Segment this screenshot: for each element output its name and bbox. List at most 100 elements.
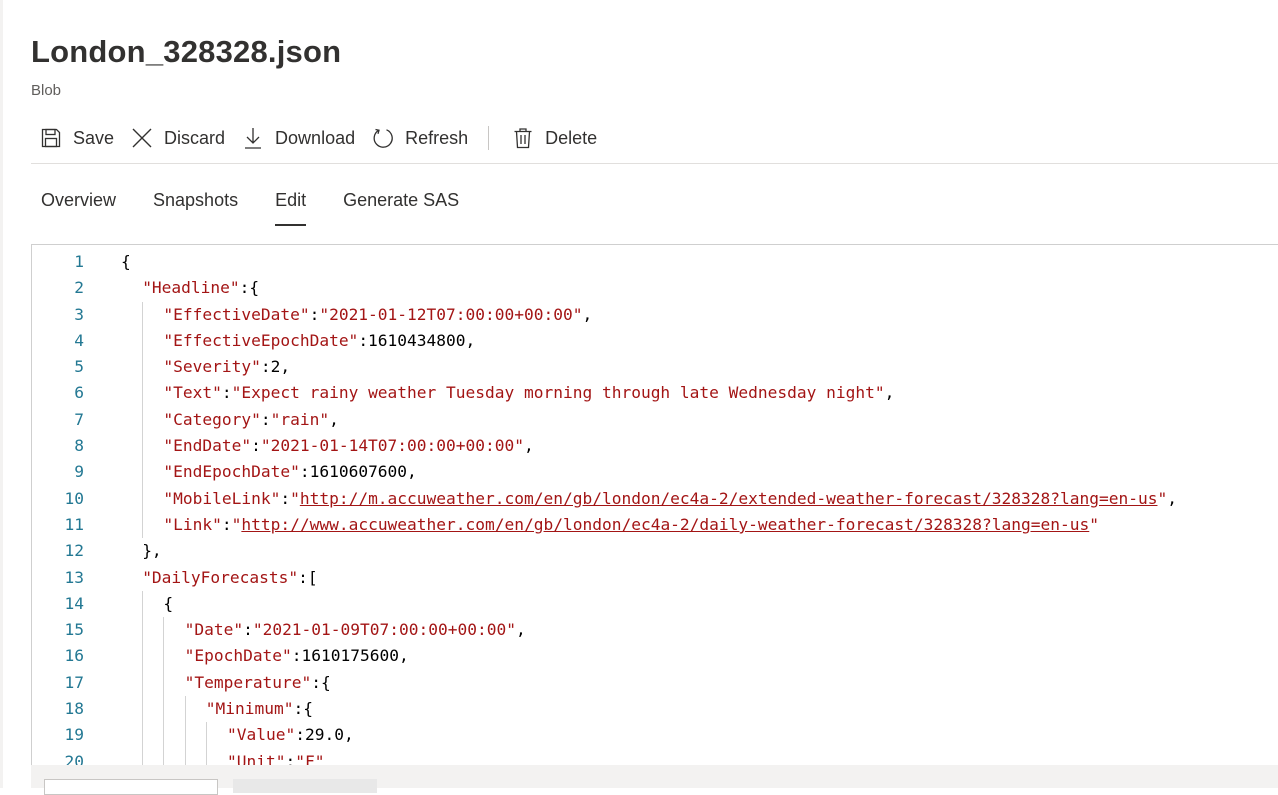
code-string: "2021-01-14T07:00:00+00:00" <box>260 436 524 456</box>
code-line: 9 "EndEpochDate":1610607600, <box>32 459 1278 486</box>
code-line: 7 "Category":"rain", <box>32 406 1278 434</box>
code-text: "MobileLink":"http://m.accuweather.com/e… <box>163 486 1177 512</box>
line-number: 1 <box>74 252 84 271</box>
indent-guide <box>184 748 186 766</box>
tab-edit[interactable]: Edit <box>275 190 307 228</box>
code-string: " <box>1157 488 1168 508</box>
indent-guide <box>184 696 186 723</box>
code-line: 16 "EpochDate":1610175600, <box>32 643 1278 670</box>
toolbar-separator <box>488 126 490 150</box>
code-text: "Link":"http://www.accuweather.com/en/gb… <box>163 512 1099 538</box>
code-punctuation: :1610175600, <box>291 646 409 666</box>
code-line: 15 "Date":"2021-01-09T07:00:00+00:00", <box>32 617 1278 644</box>
download-button[interactable]: Download <box>233 118 363 158</box>
code-string: "EffectiveEpochDate" <box>163 330 359 350</box>
code-punctuation: :1610607600, <box>299 462 417 482</box>
indent-guide <box>163 643 165 670</box>
tab-overview[interactable]: Overview <box>41 190 116 228</box>
code-punctuation: : <box>251 436 261 456</box>
line-number: 13 <box>64 567 85 587</box>
discard-button[interactable]: Discard <box>122 118 233 158</box>
indent-guide <box>142 380 144 407</box>
indent-guide <box>142 459 144 486</box>
code-text: "Headline":{ <box>142 275 259 301</box>
code-line: 1{ <box>32 249 1278 275</box>
indent-guide <box>142 433 144 460</box>
code-editor[interactable]: 1{2 "Headline":{3 "EffectiveDate":"2021-01… <box>31 244 1278 766</box>
bottom-bar-control[interactable] <box>44 779 218 795</box>
code-punctuation: : <box>221 514 232 534</box>
indent-guide <box>163 617 165 644</box>
line-number: 16 <box>64 646 85 666</box>
line-number: 11 <box>64 514 85 534</box>
code-link[interactable]: http://m.accuweather.com/en/gb/london/ec… <box>300 489 1158 508</box>
bottom-bar <box>31 765 1278 795</box>
indent-guide <box>142 669 144 697</box>
tab-generate-sas[interactable]: Generate SAS <box>343 190 459 228</box>
code-string: "DailyForecasts" <box>142 567 299 587</box>
code-line: 18 "Minimum":{ <box>32 696 1278 723</box>
code-text: "EndEpochDate":1610607600, <box>163 459 416 485</box>
code-punctuation: , <box>524 436 534 456</box>
line-number: 20 <box>64 751 85 766</box>
code-string: "2021-01-09T07:00:00+00:00" <box>252 620 516 640</box>
line-number: 10 <box>64 488 85 508</box>
code-string: "MobileLink" <box>163 488 281 508</box>
indent-guide <box>142 590 144 618</box>
code-string: "F" <box>295 751 325 766</box>
tab-snapshots[interactable]: Snapshots <box>153 190 238 228</box>
indent-guide <box>142 301 144 328</box>
code-string: "Unit" <box>227 751 286 766</box>
download-icon <box>245 128 262 149</box>
code-string: "rain" <box>270 409 330 429</box>
code-string: "Category" <box>163 409 261 429</box>
code-punctuation: :[ <box>298 567 318 587</box>
code-punctuation: , <box>582 304 593 324</box>
code-punctuation: , <box>515 620 526 640</box>
bottom-bar-control-secondary[interactable] <box>233 779 377 793</box>
code-link[interactable]: http://www.accuweather.com/en/gb/london/… <box>241 515 1089 534</box>
code-text: "Date":"2021-01-09T07:00:00+00:00", <box>185 617 526 643</box>
code-text: "EpochDate":1610175600, <box>185 643 409 669</box>
code-text: "Minimum":{ <box>206 696 313 722</box>
code-punctuation: :{ <box>239 278 260 298</box>
line-number: 9 <box>74 462 84 482</box>
code-line: 13 "DailyForecasts":[ <box>32 565 1278 591</box>
code-line: 14 { <box>32 590 1278 618</box>
code-text: "EndDate":"2021-01-14T07:00:00+00:00", <box>163 433 533 459</box>
code-line: 10 "MobileLink":"http://m.accuweather.com… <box>32 485 1278 512</box>
delete-button[interactable]: Delete <box>503 118 605 158</box>
page-subtitle: Blob <box>31 82 62 99</box>
indent-guide <box>163 722 165 749</box>
line-number: 14 <box>64 593 85 613</box>
code-string: "Link" <box>163 514 222 534</box>
code-punctuation: : <box>243 620 253 640</box>
code-line: 11 "Link":"http://www.accuweather.com/en/… <box>32 511 1278 539</box>
indent-guide <box>142 327 144 355</box>
code-text: "Temperature":{ <box>185 670 331 696</box>
code-punctuation: , <box>1167 488 1177 508</box>
code-text: "Text":"Expect rainy weather Tuesday mor… <box>163 380 894 406</box>
code-line: 3 "EffectiveDate":"2021-01-12T07:00:00+00… <box>32 301 1278 328</box>
line-number: 6 <box>74 383 84 403</box>
code-string: "EpochDate" <box>184 646 292 666</box>
code-text: "Severity":2, <box>163 354 290 380</box>
code-text: { <box>163 591 173 617</box>
code-punctuation: :{ <box>293 699 314 719</box>
code-text: { <box>121 249 131 275</box>
code-punctuation: , <box>884 383 895 403</box>
discard-label: Discard <box>164 127 226 148</box>
refresh-button[interactable]: Refresh <box>363 118 476 158</box>
code-string: "Text" <box>163 383 222 403</box>
code-punctuation: : <box>309 304 320 324</box>
code-string: "Value" <box>227 725 296 745</box>
code-punctuation: }, <box>142 541 162 561</box>
code-string: " <box>290 488 300 508</box>
code-punctuation: : <box>280 488 291 508</box>
line-number: 12 <box>64 541 85 561</box>
line-number: 8 <box>74 436 84 456</box>
delete-label: Delete <box>545 127 598 148</box>
save-button[interactable]: Save <box>31 118 122 158</box>
code-text: "DailyForecasts":[ <box>142 565 317 591</box>
code-string: "Expect rainy weather Tuesday morning th… <box>231 383 885 403</box>
